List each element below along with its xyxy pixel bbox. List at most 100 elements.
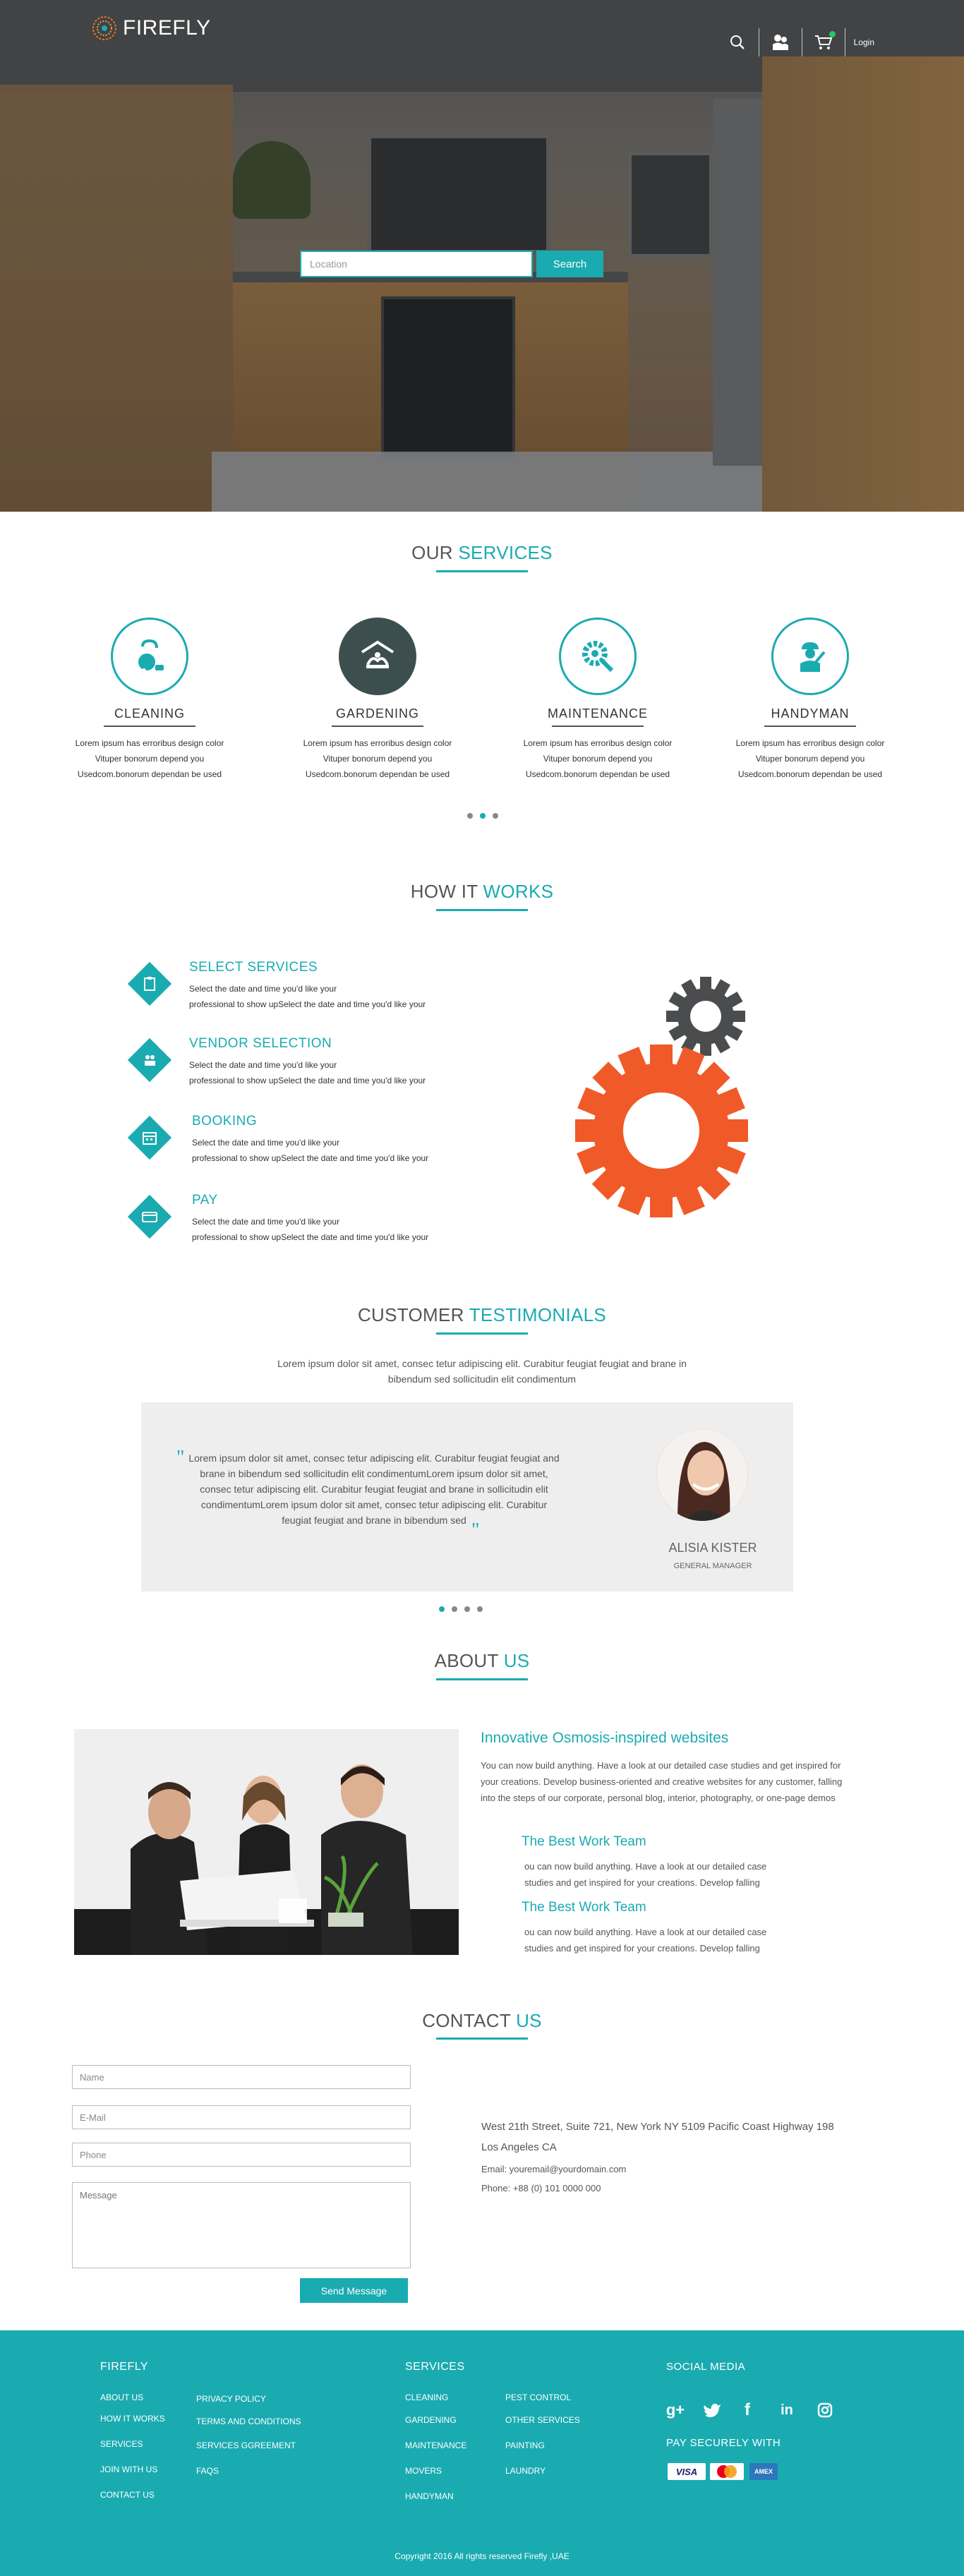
about-text: You can now build anything. Have a look … [481, 1760, 843, 1803]
testimonials-intro: Lorem ipsum dolor sit amet, consec tetur… [277, 1358, 687, 1385]
footer-link-movers[interactable]: MOVERS [405, 2466, 442, 2476]
footer-brand-title: FIREFLY [100, 2361, 149, 2373]
footer-link-cleaning[interactable]: CLEANING [405, 2393, 448, 2402]
footer-link-services[interactable]: SERVICES [100, 2439, 143, 2449]
vendor-icon [127, 1037, 172, 1083]
calendar-icon [127, 1115, 172, 1160]
about-title: ABOUT US [434, 1650, 530, 1671]
step-pay: PAY Select the date and time you'd like … [127, 1193, 428, 1245]
service-card-cleaning[interactable]: CLEANING Lorem ipsum has erroribus desig… [51, 618, 248, 782]
footer-link-about[interactable]: ABOUT US [100, 2393, 143, 2402]
carousel-dot[interactable] [464, 1606, 470, 1612]
footer-link-painting[interactable]: PAINTING [505, 2440, 545, 2450]
how-it-works-title: HOW IT WORKS [410, 881, 554, 902]
linkedin-icon[interactable]: in [776, 2400, 797, 2421]
gardening-icon [339, 618, 416, 695]
search-icon[interactable] [716, 28, 759, 56]
testimonial-author: ALISIA KISTER [668, 1541, 757, 1555]
footer-link-gardening[interactable]: GARDENING [405, 2415, 457, 2425]
cart-badge [829, 31, 836, 37]
step-vendor-selection: VENDOR SELECTION Select the date and tim… [127, 1036, 426, 1088]
footer-services-title: SERVICES [405, 2361, 465, 2373]
testimonial-role: GENERAL MANAGER [673, 1562, 752, 1570]
services-title: OUR SERVICES [411, 542, 553, 563]
about-heading: Innovative Osmosis-inspired websites [481, 1730, 729, 1746]
avatar [656, 1429, 748, 1521]
step-booking: BOOKING Select the date and time you'd l… [127, 1114, 428, 1166]
handyman-icon [771, 618, 849, 695]
location-search: Search [300, 251, 603, 277]
login-link[interactable]: Login [845, 37, 883, 47]
carousel-dot[interactable] [467, 813, 473, 819]
user-group-icon[interactable] [759, 28, 802, 56]
testimonial-quote: Lorem ipsum dolor sit amet, consec tetur… [188, 1452, 560, 1526]
brand-logo[interactable]: FIREFLY [92, 16, 211, 41]
footer-link-pest-control[interactable]: PEST CONTROL [505, 2393, 571, 2402]
contact-address-line-2: Los Angeles CA [481, 2141, 557, 2153]
service-card-maintenance[interactable]: MAINTENANCE Lorem ipsum has erroribus de… [499, 618, 697, 782]
title-underline [436, 2038, 528, 2040]
about-team-photo [74, 1729, 459, 1955]
contact-email[interactable]: Email: youremail@yourdomain.com [481, 2164, 626, 2174]
phone-field[interactable] [72, 2143, 411, 2167]
footer-link-agreement[interactable]: SERVICES GGREEMENT [196, 2440, 296, 2450]
cart-icon[interactable] [802, 28, 845, 56]
carousel-dot[interactable] [493, 813, 498, 819]
location-input[interactable] [300, 251, 533, 277]
twitter-icon[interactable] [701, 2400, 723, 2421]
copyright: Copyright 2016 All rights reserved Firef… [394, 2551, 570, 2561]
email-field[interactable] [72, 2105, 411, 2129]
instagram-icon[interactable] [814, 2400, 836, 2421]
send-message-button[interactable]: Send Message [300, 2278, 408, 2303]
footer-link-privacy[interactable]: PRIVACY POLICY [196, 2394, 266, 2404]
footer-link-how[interactable]: HOW IT WORKS [100, 2414, 165, 2424]
carousel-dot-active[interactable] [480, 813, 486, 819]
brand-name: FIREFLY [123, 16, 211, 40]
footer-social-title: SOCIAL MEDIA [666, 2361, 746, 2373]
amex-card-icon: AMEX [749, 2463, 778, 2480]
carousel-dot[interactable] [477, 1606, 483, 1612]
footer-link-handyman[interactable]: HANDYMAN [405, 2491, 454, 2501]
about-subtext-2: ou can now build anything. Have a look a… [524, 1927, 767, 1954]
close-quote-icon: " [471, 1519, 480, 1541]
message-field[interactable] [72, 2182, 411, 2268]
title-underline [436, 570, 528, 572]
contact-title: CONTACT US [422, 2010, 542, 2031]
footer-link-terms[interactable]: TERMS AND CONDITIONS [196, 2416, 301, 2426]
firefly-logo-icon [92, 16, 117, 41]
about-subtext-1: ou can now build anything. Have a look a… [524, 1861, 767, 1888]
name-field[interactable] [72, 2065, 411, 2089]
visa-card-icon: VISA [668, 2463, 706, 2480]
footer-link-faqs[interactable]: FAQS [196, 2466, 219, 2476]
top-nav: Login [716, 28, 964, 56]
maintenance-gear-icon [559, 618, 637, 695]
footer-link-maintenance[interactable]: MAINTENANCE [405, 2440, 466, 2450]
large-gear-icon [575, 1045, 748, 1217]
about-subheading-2: The Best Work Team [522, 1900, 646, 1915]
title-underline [436, 909, 528, 911]
contact-address-line-1: West 21th Street, Suite 721, New York NY… [481, 2121, 834, 2133]
footer-link-contact[interactable]: CONTACT US [100, 2490, 155, 2500]
title-underline [436, 1678, 528, 1680]
vacuum-cleaner-icon [111, 618, 188, 695]
service-card-handyman[interactable]: HANDYMAN Lorem ipsum has erroribus desig… [711, 618, 909, 782]
about-subheading-1: The Best Work Team [522, 1834, 646, 1849]
google-plus-icon[interactable]: g+ [665, 2400, 686, 2421]
carousel-dot[interactable] [452, 1606, 457, 1612]
footer-pay-title: PAY SECURELY WITH [666, 2437, 781, 2449]
service-card-gardening[interactable]: GARDENING Lorem ipsum has erroribus desi… [279, 618, 476, 782]
title-underline [436, 1332, 528, 1335]
testimonial-carousel-dots [439, 1606, 483, 1612]
testimonials-title: CUSTOMER TESTIMONIALS [357, 1304, 607, 1325]
carousel-dot-active[interactable] [439, 1606, 445, 1612]
clipboard-icon [127, 961, 172, 1006]
credit-card-icon [127, 1194, 172, 1239]
contact-phone: Phone: +88 (0) 101 0000 000 [481, 2183, 601, 2193]
search-button[interactable]: Search [536, 251, 603, 277]
step-select-services: SELECT SERVICES Select the date and time… [127, 960, 426, 1012]
footer-link-laundry[interactable]: LAUNDRY [505, 2466, 546, 2476]
footer-link-other[interactable]: OTHER SERVICES [505, 2415, 580, 2425]
facebook-icon[interactable]: f [737, 2400, 758, 2421]
footer-link-join[interactable]: JOIN WITH US [100, 2464, 157, 2474]
services-carousel-dots [467, 813, 498, 819]
